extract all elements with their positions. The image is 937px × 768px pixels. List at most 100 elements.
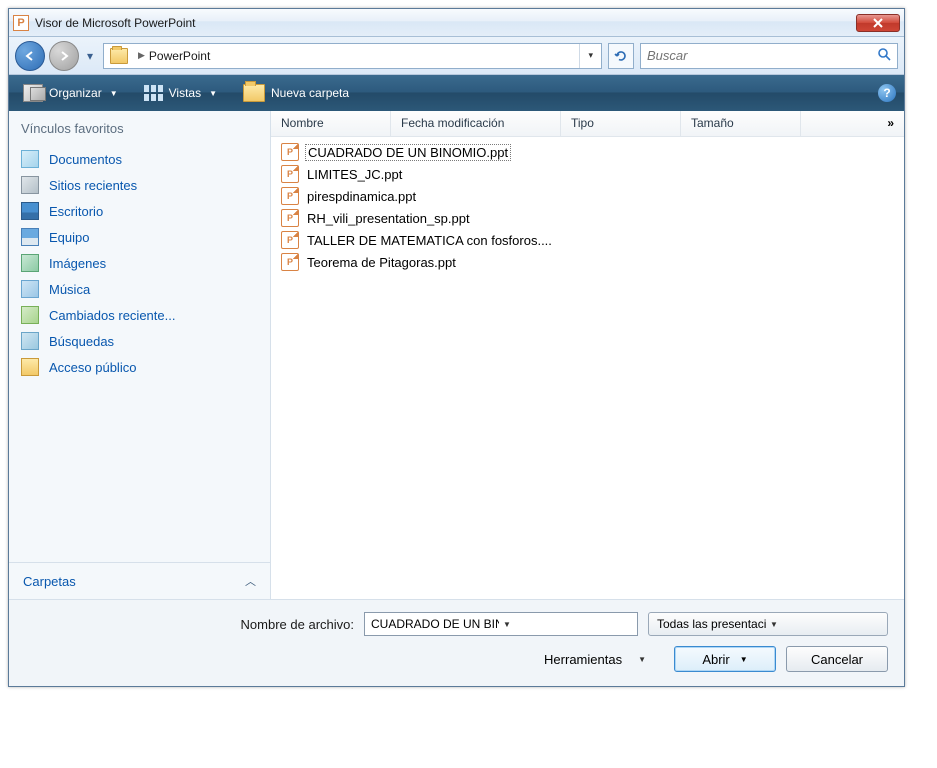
sidebar-item[interactable]: Cambiados reciente... <box>9 302 270 328</box>
split-chevron-icon: ▼ <box>740 655 748 664</box>
file-row[interactable]: PTeorema de Pitagoras.ppt <box>277 251 898 273</box>
titlebar: P Visor de Microsoft PowerPoint <box>9 9 904 37</box>
nav-arrows: ▾ <box>15 41 97 71</box>
file-row[interactable]: PRH_vili_presentation_sp.ppt <box>277 207 898 229</box>
ppt-file-icon: P <box>281 253 299 271</box>
search-box[interactable] <box>640 43 898 69</box>
column-name[interactable]: Nombre <box>271 111 391 136</box>
file-pane: Nombre Fecha modificación Tipo Tamaño » … <box>271 111 904 599</box>
search-input[interactable] <box>647 48 877 63</box>
folder-icon <box>110 48 128 64</box>
sidebar-item[interactable]: Sitios recientes <box>9 172 270 198</box>
refresh-icon <box>614 49 628 63</box>
sidebar-item-label: Acceso público <box>49 360 136 375</box>
search-icon[interactable] <box>877 47 891 64</box>
favorite-icon <box>21 228 39 246</box>
favorite-icon <box>21 150 39 168</box>
arrow-left-icon <box>24 50 36 62</box>
file-name: TALLER DE MATEMATICA con fosforos.... <box>305 232 554 249</box>
chevron-down-icon[interactable]: ▼ <box>770 620 879 629</box>
ppt-file-icon: P <box>281 209 299 227</box>
file-row[interactable]: Ppirespdinamica.ppt <box>277 185 898 207</box>
column-headers: Nombre Fecha modificación Tipo Tamaño » <box>271 111 904 137</box>
ppt-file-icon: P <box>281 231 299 249</box>
views-icon <box>144 85 163 101</box>
sidebar-item[interactable]: Documentos <box>9 146 270 172</box>
sidebar: Vínculos favoritos Documentos Sitios reci… <box>9 111 271 599</box>
dialog-footer: Nombre de archivo: CUADRADO DE UN BINOMI… <box>9 599 904 686</box>
chevron-up-icon: ︿ <box>245 573 256 589</box>
organize-menu[interactable]: Organizar ▼ <box>17 80 124 106</box>
column-date[interactable]: Fecha modificación <box>391 111 561 136</box>
app-icon: P <box>13 15 29 31</box>
organize-label: Organizar <box>49 86 102 100</box>
sidebar-item-label: Equipo <box>49 230 89 245</box>
views-label: Vistas <box>169 86 201 100</box>
arrow-right-icon <box>58 50 70 62</box>
tools-menu[interactable]: Herramientas ▼ <box>544 652 646 667</box>
organize-icon <box>23 84 43 102</box>
tools-label: Herramientas <box>544 652 622 667</box>
dialog-body: Vínculos favoritos Documentos Sitios reci… <box>9 111 904 599</box>
open-button[interactable]: Abrir ▼ <box>674 646 776 672</box>
breadcrumb-separator-icon: ▶ <box>138 50 145 61</box>
sidebar-item[interactable]: Búsquedas <box>9 328 270 354</box>
breadcrumb-location[interactable]: PowerPoint <box>149 49 210 63</box>
sidebar-item-label: Documentos <box>49 152 122 167</box>
close-icon <box>872 18 884 28</box>
file-row[interactable]: P TALLER DE MATEMATICA con fosforos.... <box>277 229 898 251</box>
sidebar-item[interactable]: Música <box>9 276 270 302</box>
file-row[interactable]: PCUADRADO DE UN BINOMIO.ppt <box>277 141 898 163</box>
new-folder-label: Nueva carpeta <box>271 86 349 100</box>
column-overflow[interactable]: » <box>877 111 904 136</box>
sidebar-item-label: Escritorio <box>49 204 103 219</box>
favorite-icon <box>21 358 39 376</box>
filetype-filter[interactable]: Todas las presentaciones de ▼ <box>648 612 888 636</box>
filename-combobox[interactable]: CUADRADO DE UN BINOMIO.p ▼ <box>364 612 638 636</box>
sidebar-item-label: Sitios recientes <box>49 178 137 193</box>
chevron-down-icon[interactable]: ▼ <box>503 620 631 629</box>
favorite-icon <box>21 332 39 350</box>
filename-value: CUADRADO DE UN BINOMIO.p <box>371 617 499 631</box>
file-row[interactable]: PLIMITES_JC.ppt <box>277 163 898 185</box>
views-menu[interactable]: Vistas ▼ <box>138 81 223 105</box>
close-button[interactable] <box>856 14 900 32</box>
refresh-button[interactable] <box>608 43 634 69</box>
file-list: PCUADRADO DE UN BINOMIO.pptPLIMITES_JC.p… <box>271 137 904 277</box>
sidebar-item[interactable]: Acceso público <box>9 354 270 380</box>
ppt-file-icon: P <box>281 187 299 205</box>
favorite-icon <box>21 202 39 220</box>
sidebar-header: Vínculos favoritos <box>9 111 270 144</box>
chevron-down-icon: ▼ <box>110 89 118 98</box>
sidebar-item[interactable]: Equipo <box>9 224 270 250</box>
window-title: Visor de Microsoft PowerPoint <box>35 16 856 30</box>
chevron-down-icon: ▼ <box>209 89 217 98</box>
help-button[interactable]: ? <box>878 84 896 102</box>
command-toolbar: Organizar ▼ Vistas ▼ Nueva carpeta ? <box>9 75 904 111</box>
sidebar-item-label: Imágenes <box>49 256 106 271</box>
column-type[interactable]: Tipo <box>561 111 681 136</box>
filter-value: Todas las presentaciones de <box>657 617 766 631</box>
column-size[interactable]: Tamaño <box>681 111 801 136</box>
sidebar-list: Documentos Sitios recientes Escritorio Equi… <box>9 144 270 382</box>
favorite-icon <box>21 254 39 272</box>
address-bar[interactable]: ▶ PowerPoint ▾ <box>103 43 602 69</box>
sidebar-item-label: Cambiados reciente... <box>49 308 175 323</box>
file-name: pirespdinamica.ppt <box>305 188 418 205</box>
navigation-bar: ▾ ▶ PowerPoint ▾ <box>9 37 904 75</box>
file-name: CUADRADO DE UN BINOMIO.ppt <box>305 144 511 161</box>
favorite-icon <box>21 280 39 298</box>
new-folder-icon <box>243 84 265 102</box>
sidebar-item[interactable]: Escritorio <box>9 198 270 224</box>
sidebar-item[interactable]: Imágenes <box>9 250 270 276</box>
address-dropdown[interactable]: ▾ <box>579 44 601 68</box>
favorite-icon <box>21 176 39 194</box>
file-open-dialog: P Visor de Microsoft PowerPoint ▾ ▶ Powe… <box>8 8 905 687</box>
folders-toggle[interactable]: Carpetas ︿ <box>9 562 270 599</box>
new-folder-button[interactable]: Nueva carpeta <box>237 80 355 106</box>
back-button[interactable] <box>15 41 45 71</box>
sidebar-item-label: Búsquedas <box>49 334 114 349</box>
cancel-button[interactable]: Cancelar <box>786 646 888 672</box>
nav-history-dropdown[interactable]: ▾ <box>83 46 97 66</box>
forward-button[interactable] <box>49 41 79 71</box>
